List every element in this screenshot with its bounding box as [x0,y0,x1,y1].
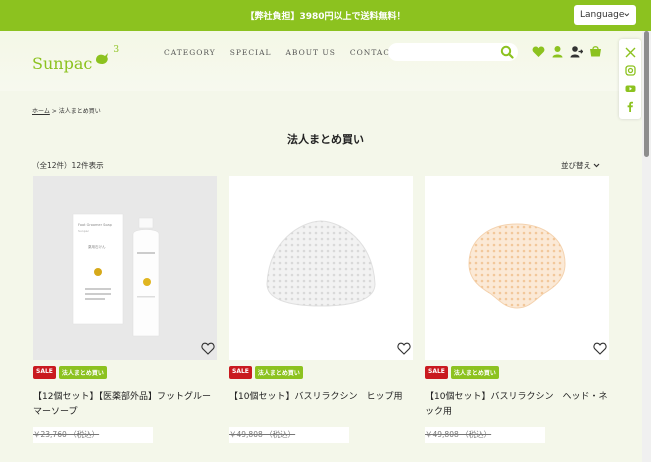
product-price: ￥49,808 （税込） [425,427,545,443]
product-image[interactable] [425,176,609,360]
breadcrumb-home[interactable]: ホーム [32,108,50,115]
header-icons [532,45,602,58]
search-input[interactable] [388,43,518,61]
box-title-text: Foot Groomer Soap [78,223,113,227]
nav-about-us[interactable]: ABOUT US [286,48,336,57]
x-twitter-icon[interactable] [625,47,636,58]
product-tags: SALE 法人まとめ買い [229,366,303,379]
product-tags: SALE 法人まとめ買い [33,366,107,379]
favorite-heart-icon[interactable] [593,342,607,355]
language-label: Language [580,10,625,20]
product-card[interactable]: Foot Groomer Soap Sunpac 薬用石けん SALE 法人まと… [33,176,217,462]
product-image[interactable]: Foot Groomer Soap Sunpac 薬用石けん [33,176,217,360]
sale-badge: SALE [33,366,56,379]
chevron-down-icon [593,163,600,168]
product-name[interactable]: 【12個セット】【医薬部外品】フットグルーマーソープ [33,390,217,420]
bulk-badge: 法人まとめ買い [58,366,107,379]
head-neck-pad-product-image [468,223,566,309]
box-jp-text: 薬用石けん [88,244,106,249]
sort-dropdown[interactable]: 並び替え [561,160,600,171]
breadcrumb-separator: > [51,108,57,115]
nav-category[interactable]: CATEGORY [164,48,216,57]
cart-icon[interactable] [589,45,602,58]
sale-badge: SALE [229,366,252,379]
promo-bar: 【弊社負担】3980円以上で送料無料！ Language [0,0,651,31]
product-name[interactable]: 【10個セット】バスリラクシン ヒップ用 [229,390,413,405]
soap-product-image: Foot Groomer Soap Sunpac 薬用石けん [72,213,160,337]
breadcrumb-current: 法人まとめ買い [58,108,101,115]
bulk-badge: 法人まとめ買い [254,366,303,379]
product-price: ￥49,808 （税込） [229,427,349,443]
bulk-badge: 法人まとめ買い [450,366,499,379]
logo-superscript: 3 [113,45,120,55]
logout-icon[interactable] [570,45,583,58]
product-card[interactable]: SALE 法人まとめ買い 【10個セット】バスリラクシン ヘッド・ネック用 ￥4… [425,176,609,462]
result-count: （全12件）12件表示 [32,161,104,170]
user-icon[interactable] [551,45,564,58]
facebook-icon[interactable] [625,101,636,112]
heart-icon[interactable] [532,45,545,58]
breadcrumb: ホーム > 法人まとめ買い [32,106,101,115]
social-sidebar [619,39,641,119]
product-price: ￥23,760 （税込） [33,427,153,443]
product-image[interactable] [229,176,413,360]
page-scrollbar[interactable] [642,31,651,462]
youtube-icon[interactable] [625,83,636,94]
site-header: Sunpac 3 CATEGORY SPECIAL ABOUT US CONTA… [0,31,651,91]
language-select[interactable]: Language [574,5,636,25]
favorite-heart-icon[interactable] [397,342,411,355]
logo-text: Sunpac [32,54,93,73]
bird-logo-icon [96,53,109,64]
sort-label: 並び替え [561,161,591,170]
sale-badge: SALE [425,366,448,379]
promo-text: 【弊社負担】3980円以上で送料無料！ [245,12,406,22]
nav-special[interactable]: SPECIAL [230,48,272,57]
page-title: 法人まとめ買い [287,133,364,146]
search-icon[interactable] [500,45,514,59]
box-sub-text: Sunpac [78,229,89,233]
chevron-down-icon [624,13,630,17]
instagram-icon[interactable] [624,64,636,76]
product-name[interactable]: 【10個セット】バスリラクシン ヘッド・ネック用 [425,390,609,420]
product-tags: SALE 法人まとめ買い [425,366,499,379]
main-nav: CATEGORY SPECIAL ABOUT US CONTACT [164,48,396,57]
hip-pad-product-image [266,220,376,307]
product-card[interactable]: SALE 法人まとめ買い 【10個セット】バスリラクシン ヒップ用 ￥49,80… [229,176,413,462]
favorite-heart-icon[interactable] [201,342,215,355]
site-logo[interactable]: Sunpac 3 [32,45,119,73]
